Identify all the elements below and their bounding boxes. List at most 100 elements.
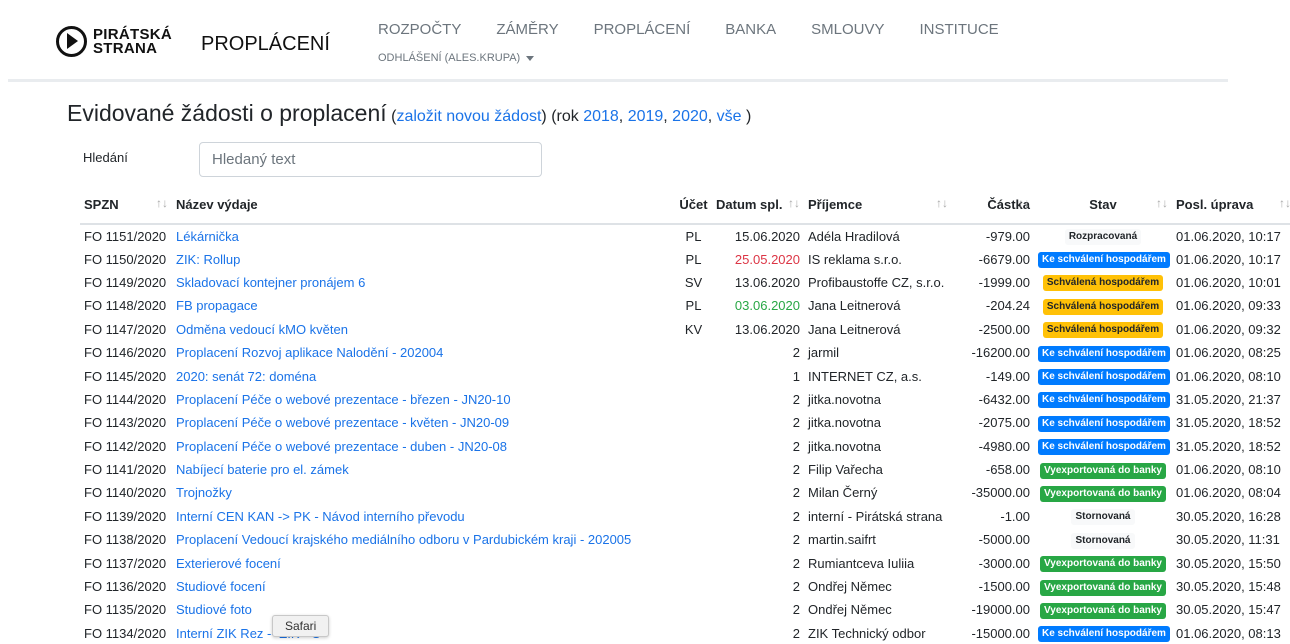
cell-posl-uprava-cell: 01.06.2020, 10:17 [1172, 247, 1290, 270]
col-prijemce[interactable]: Příjemce ↑↓ [804, 186, 952, 225]
cell-nazev-link[interactable]: 2020: senát 72: doména [176, 369, 316, 384]
cell-ucet-cell [675, 598, 712, 621]
search-input[interactable] [199, 142, 542, 177]
cell-datum-cell: 03.06.2020 [712, 294, 804, 317]
cell-stav-cell: Ke schválení hospodářem [1034, 388, 1172, 411]
cell-ucet-cell [675, 388, 712, 411]
cell-prijemce-cell: Ondřej Němec [804, 598, 952, 621]
table-row[interactable]: FO 1140/2020 Trojnožky 2 Milan Černý -35000.… [80, 481, 1290, 504]
cell-spzn-cell: FO 1148/2020 [80, 294, 172, 317]
table-row[interactable]: FO 1136/2020 Studiové focení 2 Ondřej Němec… [80, 575, 1290, 598]
cell-nazev-cell: Proplacení Rozvoj aplikace Nalodění - 20… [172, 341, 675, 364]
cell-prijemce-cell: interní - Pirátská strana [804, 505, 952, 528]
year-2019-link[interactable]: 2019 [628, 108, 664, 125]
cell-datum-cell: 2 [712, 505, 804, 528]
logo-line2: STRANA [93, 39, 158, 57]
user-menu[interactable]: ODHLÁŠENÍ (ALES.KRUPA) [378, 52, 535, 64]
nav-instituce[interactable]: INSTITUCE [920, 21, 999, 38]
table-row[interactable]: FO 1139/2020 Interní CEN KAN -> PK - Návo… [80, 505, 1290, 528]
table-row[interactable]: FO 1146/2020 Proplacení Rozvoj aplikace N… [80, 341, 1290, 364]
table-row[interactable]: FO 1145/2020 2020: senát 72: doména 1 INTER… [80, 364, 1290, 387]
cell-spzn-cell: FO 1139/2020 [80, 505, 172, 528]
cell-nazev-link[interactable]: Skladovací kontejner pronájem 6 [176, 275, 365, 290]
cell-nazev-link[interactable]: ZIK: Rollup [176, 252, 240, 267]
cell-nazev-link[interactable]: Exterierové focení [176, 556, 281, 571]
table-row[interactable]: FO 1134/2020 Interní ZIK Rez -- ZIK - O 2Z… [80, 622, 1290, 644]
nav-banka[interactable]: BANKA [725, 21, 776, 38]
cell-nazev-link[interactable]: Lékárnička [176, 229, 239, 244]
col-datum[interactable]: Datum spl. ↑↓ [712, 186, 804, 225]
table-row[interactable]: FO 1137/2020 Exterierové focení 2 Rumiantce… [80, 551, 1290, 574]
cell-castka: -35000.00 [971, 485, 1030, 501]
cell-posl-uprava: 01.06.2020, 08:10 [1176, 368, 1281, 384]
cell-nazev-link[interactable]: Proplacení Péče o webové prezentace - bř… [176, 392, 511, 407]
app-title[interactable]: PROPLÁCENÍ [201, 33, 330, 56]
cell-ucet-cell [675, 458, 712, 481]
year-all-link[interactable]: vše [717, 108, 742, 125]
year-2020-link[interactable]: 2020 [672, 108, 708, 125]
cell-nazev-link[interactable]: FB propagace [176, 298, 258, 313]
table-row[interactable]: FO 1143/2020 Proplacení Péče o webové pre… [80, 411, 1290, 434]
table-row[interactable]: FO 1147/2020 Odměna vedoucí kMO květen KV 1… [80, 318, 1290, 341]
cell-castka: -2500.00 [978, 321, 1030, 337]
cell-prijemce: martin.saifrt [808, 532, 876, 548]
cell-nazev-link[interactable]: Proplacení Péče o webové prezentace - kv… [176, 415, 509, 430]
nav-zamery[interactable]: ZÁMĚRY [496, 21, 558, 38]
sep: , [618, 108, 628, 125]
cell-stav-cell: Schválená hospodářem [1034, 271, 1172, 294]
col-stav-label: Stav [1089, 197, 1117, 212]
table-row[interactable]: FO 1150/2020 ZIK: Rollup PL 25.05.2020 IS re… [80, 247, 1290, 270]
table-row[interactable]: FO 1148/2020 FB propagace PL 03.06.2020 Jana… [80, 294, 1290, 317]
cell-nazev-link[interactable]: Interní CEN KAN -> PK - Návod interního … [176, 509, 465, 524]
cell-castka: -16200.00 [971, 345, 1030, 361]
cell-nazev-link[interactable]: Nabíjecí baterie pro el. zámek [176, 462, 349, 477]
cell-nazev-link[interactable]: Studiové foto [176, 602, 252, 617]
new-request-link[interactable]: založit novou žádost [396, 108, 541, 125]
cell-prijemce: jitka.novotna [808, 391, 881, 407]
status-badge: Ke schválení hospodářem [1038, 345, 1170, 362]
cell-spzn: FO 1138/2020 [84, 532, 167, 548]
cell-nazev-link[interactable]: Proplacení Vedoucí krajského mediálního … [176, 532, 631, 547]
cell-spzn-cell: FO 1150/2020 [80, 247, 172, 270]
table-row[interactable]: FO 1149/2020 Skladovací kontejner pronáje… [80, 271, 1290, 294]
table-row[interactable]: FO 1138/2020 Proplacení Vedoucí krajského… [80, 528, 1290, 551]
cell-nazev-link[interactable]: Proplacení Rozvoj aplikace Nalodění - 20… [176, 345, 443, 360]
nav-smlouvy[interactable]: SMLOUVY [811, 21, 884, 38]
cell-spzn-cell: FO 1137/2020 [80, 551, 172, 574]
cell-spzn: FO 1150/2020 [84, 251, 167, 267]
col-ucet[interactable]: Účet [675, 186, 712, 225]
status-badge: Ke schválení hospodářem [1038, 439, 1170, 456]
year-2018-link[interactable]: 2018 [583, 108, 619, 125]
cell-castka: -1.00 [1000, 508, 1030, 524]
nav-rozpocty[interactable]: ROZPOČTY [378, 21, 461, 38]
cell-spzn-cell: FO 1147/2020 [80, 318, 172, 341]
party-logo[interactable]: PIRÁTSKÁ STRANA [56, 26, 172, 57]
cell-spzn: FO 1135/2020 [84, 602, 167, 618]
cell-castka: -204.24 [985, 298, 1030, 314]
col-castka[interactable]: Částka ↑↓ [952, 186, 1034, 225]
cell-castka-cell: -16200.00 [952, 341, 1034, 364]
cell-spzn-cell: FO 1146/2020 [80, 341, 172, 364]
table-row[interactable]: FO 1141/2020 Nabíjecí baterie pro el. zám… [80, 458, 1290, 481]
status-badge: Stornovaná [1071, 532, 1135, 549]
cell-spzn-cell: FO 1142/2020 [80, 435, 172, 458]
cell-ucet-cell: PL [675, 247, 712, 270]
cell-nazev-link[interactable]: Odměna vedoucí kMO květen [176, 322, 348, 337]
col-nazev[interactable]: Název výdaje [172, 186, 675, 225]
col-spzn[interactable]: SPZN ↑↓ [80, 186, 172, 225]
cell-nazev-link[interactable]: Proplacení Péče o webové prezentace - du… [176, 439, 507, 454]
cell-nazev-cell: ZIK: Rollup [172, 247, 675, 270]
table-row[interactable]: FO 1151/2020 Lékárnička PL 15.06.2020 Adéla … [80, 224, 1290, 247]
cell-castka-cell: -1999.00 [952, 271, 1034, 294]
cell-spzn: FO 1143/2020 [84, 415, 167, 431]
cell-nazev-link[interactable]: Studiové focení [176, 579, 266, 594]
table-row[interactable]: FO 1142/2020 Proplacení Péče o webové pre… [80, 435, 1290, 458]
cell-nazev-link[interactable]: Trojnožky [176, 485, 232, 500]
table-row[interactable]: FO 1135/2020 Studiové foto 2 Ondřej Němec -1… [80, 598, 1290, 621]
table-row[interactable]: FO 1144/2020 Proplacení Péče o webové pre… [80, 388, 1290, 411]
cell-posl-uprava: 01.06.2020, 09:32 [1176, 321, 1281, 337]
col-posl-uprava[interactable]: Posl. úprava ↑↓ [1172, 186, 1290, 225]
nav-proplaceni[interactable]: PROPLÁCENÍ [594, 21, 691, 38]
cell-posl-uprava: 31.05.2020, 21:37 [1176, 391, 1281, 407]
col-stav[interactable]: Stav ↑↓ [1034, 186, 1172, 225]
